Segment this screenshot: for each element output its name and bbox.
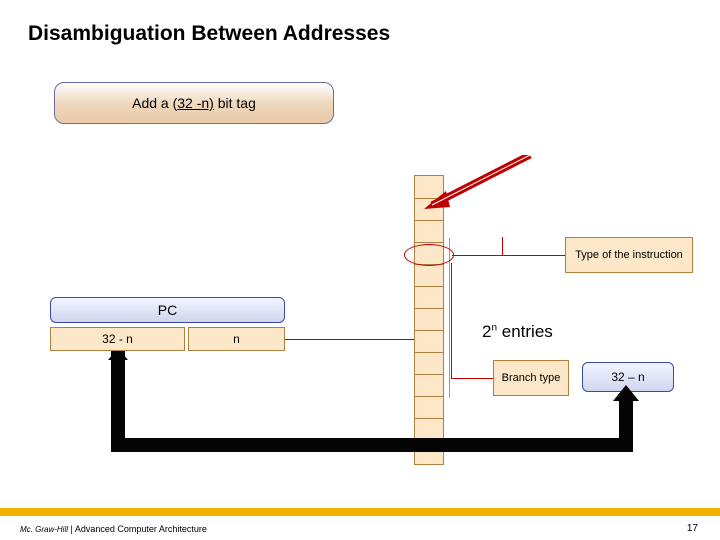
hit-down-line	[451, 263, 452, 378]
tag-callout: Add a (32 -n) bit tag	[54, 82, 334, 124]
pc-tag-field: 32 - n	[50, 327, 185, 351]
footer-publisher: Mc. Graw-Hill	[20, 525, 68, 534]
tag-pre: Add a (	[132, 95, 177, 111]
btb-table	[414, 175, 444, 465]
tag-under: 32 -n)	[177, 95, 214, 111]
feedback-path	[111, 438, 633, 452]
pc-label: PC	[50, 297, 285, 323]
type-line	[502, 255, 565, 256]
footer-text: Mc. Graw-Hill | Advanced Computer Archit…	[20, 524, 207, 534]
hit-to-branchtype-line	[451, 378, 493, 379]
hit-to-type-line	[452, 255, 502, 256]
feedback-path	[619, 397, 633, 452]
footer-sep: |	[68, 524, 75, 534]
btb-output-column-sep	[449, 238, 450, 398]
footer-course: Advanced Computer Architecture	[75, 524, 207, 534]
branch-type-box: Branch type	[493, 360, 569, 396]
tag-callout-text: Add a (32 -n) bit tag	[132, 95, 256, 111]
footer-accent-bar	[0, 508, 720, 516]
hit-to-type-line-v	[502, 237, 503, 255]
pc-index-field: n	[188, 327, 285, 351]
arrow-up-icon	[613, 385, 639, 401]
entries-label: 2n entries	[482, 322, 553, 342]
index-wire	[285, 339, 414, 340]
type-of-instruction-box: Type of the instruction	[565, 237, 693, 273]
selected-entry-marker	[404, 244, 454, 266]
tag-suf: bit tag	[214, 95, 256, 111]
entries-suf: entries	[497, 322, 553, 341]
page-number: 17	[687, 523, 698, 534]
slide-title: Disambiguation Between Addresses	[28, 22, 390, 46]
pointer-arrow-icon	[420, 155, 540, 215]
feedback-path	[111, 351, 125, 452]
